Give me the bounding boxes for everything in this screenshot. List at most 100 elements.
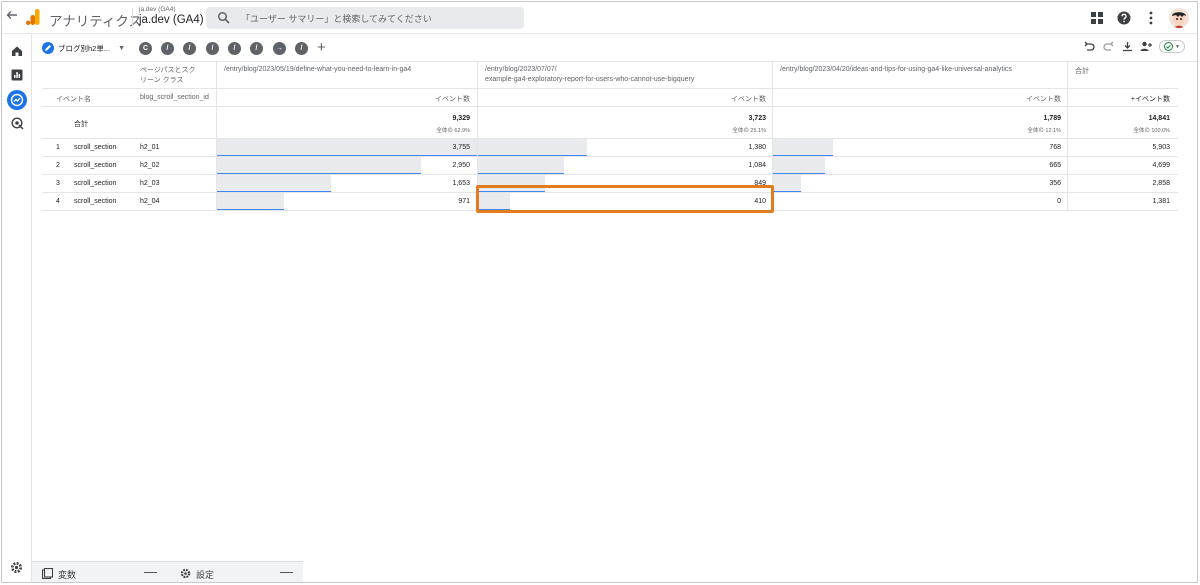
more-vert-icon[interactable] bbox=[1142, 9, 1160, 27]
column-header-path-2[interactable]: /entry/blog/2023/07/07/ bbox=[485, 66, 557, 73]
dimension-header-line2: リーン クラス bbox=[140, 77, 184, 84]
settings-panel-toggle[interactable]: 設定 bbox=[180, 567, 214, 581]
cell-value[interactable]: 4,699 bbox=[1072, 162, 1170, 169]
cell-bar bbox=[773, 139, 833, 156]
tab-8[interactable]: / bbox=[295, 42, 308, 55]
column-header-path-3[interactable]: /entry/blog/2023/04/20/ideas-and-tips-fo… bbox=[780, 66, 1012, 73]
metric-header[interactable]: イベント数 bbox=[382, 94, 470, 104]
dropdown-caret-icon[interactable]: ▼ bbox=[118, 45, 125, 52]
top-bar: アナリティクス ja.dev (GA4) ja.dev (GA4) 「ユーザー … bbox=[2, 2, 1197, 34]
cell-event-name[interactable]: scroll_section bbox=[74, 198, 116, 205]
cell-bar bbox=[478, 157, 564, 174]
cell-event-name[interactable]: scroll_section bbox=[74, 144, 116, 151]
cell-value[interactable]: 1,381 bbox=[1072, 198, 1170, 205]
total-share: 全体の 25.1% bbox=[732, 128, 766, 134]
cell-bar-line bbox=[478, 173, 564, 174]
chevron-down-icon: ▼ bbox=[1175, 43, 1180, 50]
redo-icon[interactable] bbox=[1102, 41, 1114, 53]
cell-value[interactable]: 2,858 bbox=[1072, 180, 1170, 187]
arrow-left-icon[interactable] bbox=[4, 9, 20, 25]
collapse-settings-button[interactable]: — bbox=[280, 565, 293, 578]
analytics-logo-icon[interactable] bbox=[26, 9, 40, 25]
cell-bar bbox=[773, 157, 825, 174]
download-icon[interactable] bbox=[1121, 41, 1133, 53]
search-input[interactable]: 「ユーザー サマリー」と検索してみてください bbox=[206, 7, 524, 29]
toolbar: ▼ bbox=[1083, 40, 1185, 53]
avatar[interactable] bbox=[1169, 8, 1189, 28]
cell-bar-line bbox=[773, 155, 833, 156]
row-header-event-name[interactable]: イベント名 bbox=[56, 94, 91, 104]
reports-icon[interactable] bbox=[9, 67, 25, 83]
cell-bar-line bbox=[773, 191, 801, 192]
cell-value[interactable]: 5,903 bbox=[1072, 144, 1170, 151]
add-tab-button[interactable]: + bbox=[317, 40, 326, 55]
help-icon[interactable] bbox=[1115, 9, 1133, 27]
cell-value[interactable]: 1,653 bbox=[382, 180, 470, 187]
metric-header[interactable]: イベント数 bbox=[672, 94, 766, 104]
dimension-header[interactable]: ページパスとスク bbox=[140, 65, 195, 75]
row-number: 1 bbox=[56, 144, 60, 151]
cell-event-name[interactable]: scroll_section bbox=[74, 180, 116, 187]
cell-bar-line bbox=[217, 191, 331, 192]
settings-label: 設定 bbox=[196, 569, 215, 580]
cell-value[interactable]: 971 bbox=[382, 198, 470, 205]
app-name: アナリティクス bbox=[49, 14, 143, 29]
divider bbox=[132, 8, 133, 28]
cell-value[interactable]: 356 bbox=[967, 180, 1061, 187]
cell-value[interactable]: 0 bbox=[967, 198, 1061, 205]
column-header-total[interactable]: 合計 bbox=[1075, 66, 1089, 76]
metric-header-sort[interactable]: +イベント数 bbox=[1072, 94, 1170, 104]
column-header-path-2-line2: example-ga4-exploratory-report-for-users… bbox=[485, 76, 695, 83]
tab-c[interactable]: C bbox=[139, 42, 152, 55]
total-value: 9,329 bbox=[452, 115, 470, 122]
advertising-icon[interactable] bbox=[9, 115, 25, 131]
account-name[interactable]: ja.dev (GA4) bbox=[139, 6, 176, 13]
apps-grid-icon[interactable] bbox=[1088, 9, 1106, 27]
total-value: 14,841 bbox=[1148, 115, 1170, 122]
cell-value[interactable]: 665 bbox=[967, 162, 1061, 169]
cell-section-id[interactable]: h2_04 bbox=[140, 198, 159, 205]
row-divider bbox=[42, 174, 1178, 175]
highlight-annotation-box bbox=[476, 185, 774, 213]
cell-value[interactable]: 768 bbox=[967, 144, 1061, 151]
total-value: 1,789 bbox=[1043, 115, 1061, 122]
cell-value[interactable]: 1,084 bbox=[672, 162, 766, 169]
metric-header[interactable]: イベント数 bbox=[967, 94, 1061, 104]
header-actions bbox=[1088, 8, 1189, 28]
cell-value[interactable]: 2,950 bbox=[382, 162, 470, 169]
explore-icon[interactable] bbox=[7, 90, 27, 110]
cell-value[interactable]: 3,755 bbox=[382, 144, 470, 151]
row-divider bbox=[42, 156, 1178, 157]
total-share: 全体の 12.1% bbox=[1027, 128, 1061, 134]
collapse-variables-button[interactable]: — bbox=[144, 565, 157, 578]
cell-bar-line bbox=[478, 155, 587, 156]
cell-section-id[interactable]: h2_03 bbox=[140, 180, 159, 187]
admin-gear-icon[interactable] bbox=[10, 561, 24, 575]
home-icon[interactable] bbox=[9, 43, 25, 59]
data-quality-status[interactable]: ▼ bbox=[1159, 40, 1185, 53]
bottom-panel: 変数 — 設定 — bbox=[32, 561, 303, 582]
cell-value[interactable]: 1,380 bbox=[672, 144, 766, 151]
share-user-icon[interactable] bbox=[1140, 41, 1152, 53]
cell-section-id[interactable]: h2_01 bbox=[140, 144, 159, 151]
tab-3[interactable]: / bbox=[183, 42, 196, 55]
tab-5[interactable]: / bbox=[228, 42, 241, 55]
tab-2[interactable]: / bbox=[161, 42, 174, 55]
variables-panel-toggle[interactable]: 変数 bbox=[41, 567, 77, 581]
row-header-section-id[interactable]: blog_scroll_section_id bbox=[140, 94, 209, 101]
search-placeholder: 「ユーザー サマリー」と検索してみてください bbox=[241, 14, 432, 24]
tab-active[interactable]: ブログ別h2単... ▼ bbox=[42, 39, 125, 57]
cell-event-name[interactable]: scroll_section bbox=[74, 162, 116, 169]
column-header-path-1[interactable]: /entry/blog/2023/05/19/define-what-you-n… bbox=[224, 66, 411, 73]
property-selector[interactable]: ja.dev (GA4) bbox=[139, 14, 204, 26]
row-divider bbox=[42, 88, 1178, 89]
tab-4[interactable]: / bbox=[206, 42, 219, 55]
cell-bar bbox=[217, 193, 284, 210]
undo-icon[interactable] bbox=[1083, 41, 1095, 53]
tab-7[interactable]: → bbox=[273, 42, 286, 55]
row-divider bbox=[42, 138, 1178, 139]
cell-section-id[interactable]: h2_02 bbox=[140, 162, 159, 169]
exploration-tab-bar: ブログ別h2単... ▼ C / / / / / → / + ▼ bbox=[32, 34, 1197, 62]
tab-6[interactable]: / bbox=[250, 42, 263, 55]
variables-label: 変数 bbox=[58, 569, 77, 580]
